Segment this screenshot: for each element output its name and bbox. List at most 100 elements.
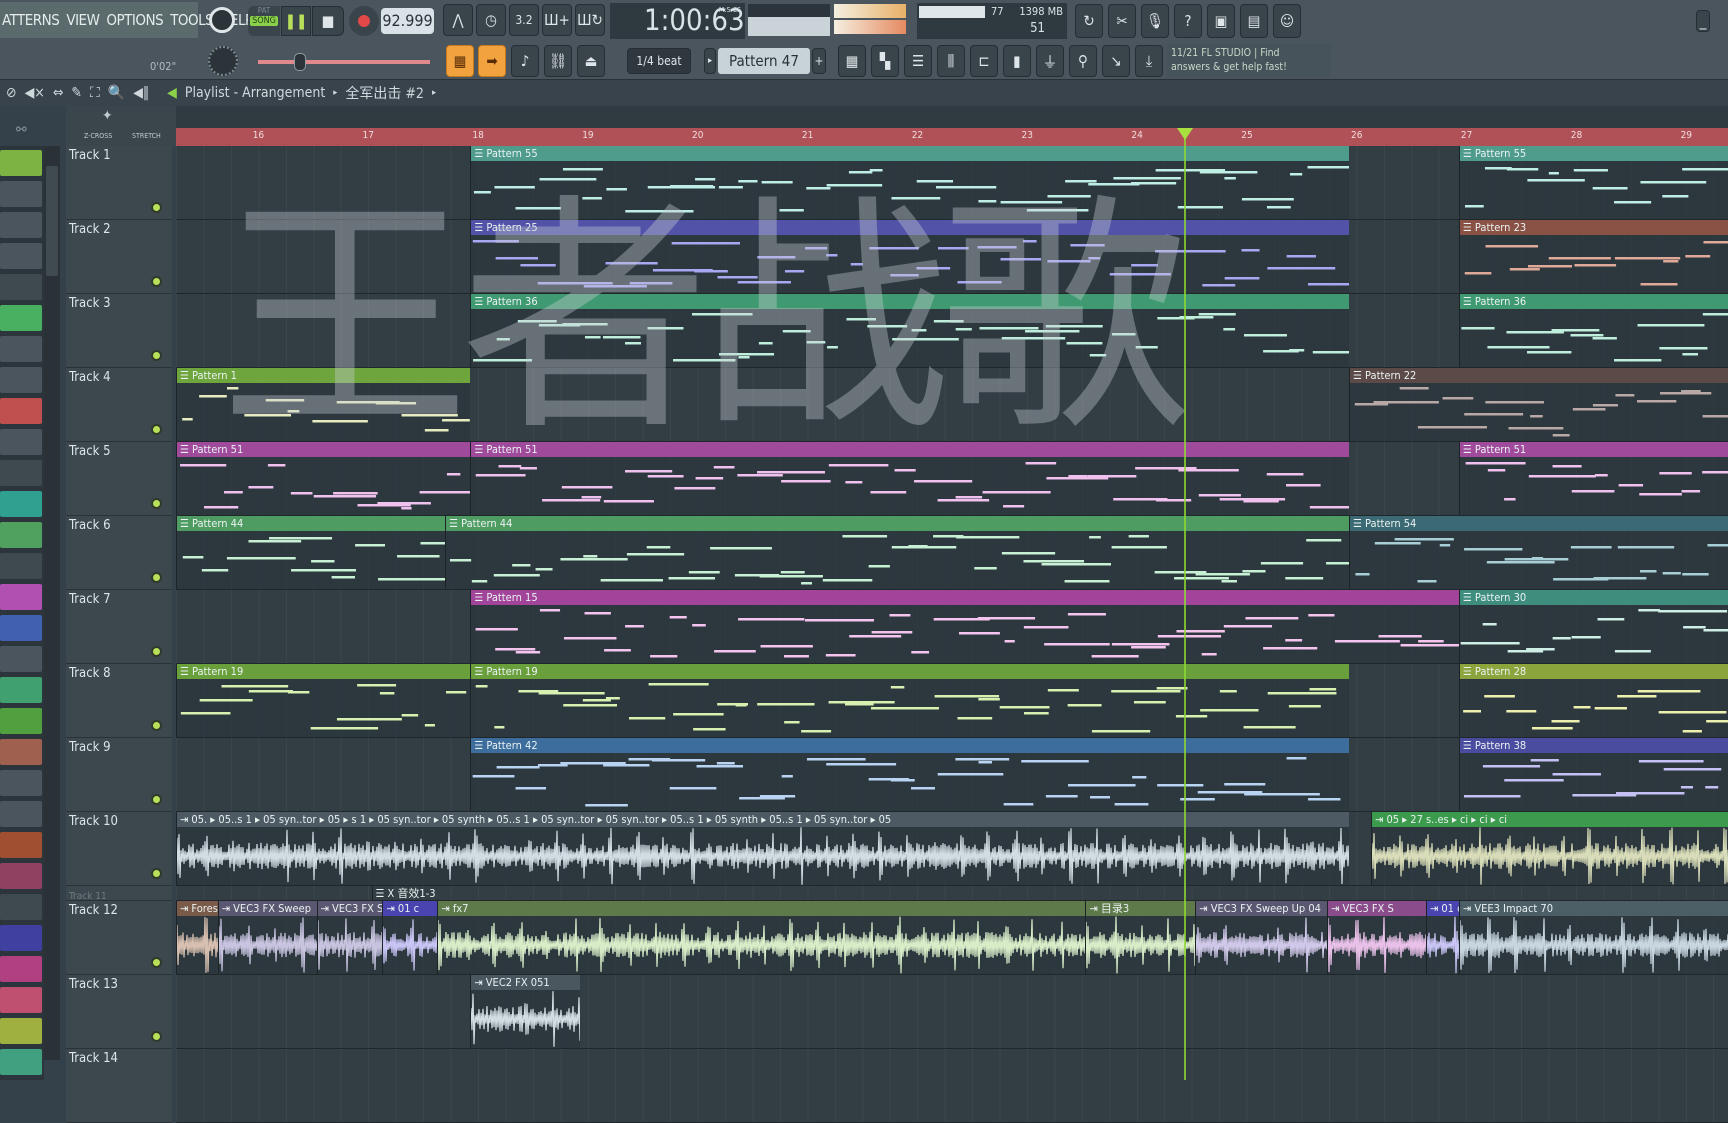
waveform-tool-icon[interactable]: ✦	[102, 108, 113, 124]
pattern-clip[interactable]: ☰ Pattern 23	[1458, 220, 1728, 293]
channel-button[interactable]	[0, 894, 42, 920]
slip-icon[interactable]: ⇔	[53, 85, 64, 101]
track-active-led[interactable]	[151, 350, 162, 361]
piano-roll-icon[interactable]: ▚	[871, 45, 899, 77]
track-active-led[interactable]	[151, 794, 162, 805]
pattern-clip[interactable]: ☰ Pattern 44	[176, 516, 446, 589]
track-header[interactable]: Track 11	[66, 886, 172, 902]
pattern-clip[interactable]: ☰ Pattern 28	[1458, 664, 1728, 737]
channel-button[interactable]	[0, 708, 42, 734]
track-active-led[interactable]	[151, 646, 162, 657]
pat-song-toggle[interactable]: PAT SONG	[248, 6, 280, 36]
audio-clip[interactable]: ⇥ Forest Wood	[176, 901, 218, 974]
tempo-tapper-icon[interactable]: ⚲	[1069, 45, 1097, 77]
mixer-icon[interactable]: ⫼	[937, 45, 965, 77]
menu-view[interactable]: VIEW	[66, 11, 100, 29]
breadcrumb-arrangement[interactable]: 全军出击 #2	[345, 83, 424, 103]
zcross-toggle[interactable]: Z-CROSS	[84, 132, 112, 140]
track-lane[interactable]: ☰ Pattern 1 ☰ Pattern 22	[176, 368, 1728, 442]
track-lane[interactable]: ☰ Pattern 42 ☰ Pattern 38	[176, 738, 1728, 812]
download-icon[interactable]: ⤓	[1135, 45, 1163, 77]
track-header[interactable]: Track 10	[66, 812, 172, 886]
channel-button[interactable]	[0, 460, 42, 486]
pattern-clip[interactable]: ☰ Pattern 19	[176, 664, 471, 737]
slide-icon[interactable]: ♪	[511, 45, 539, 77]
pattern-clip[interactable]: ☰ Pattern 22	[1349, 368, 1728, 441]
track-header[interactable]: Track 4	[66, 368, 172, 442]
pattern-prev-button[interactable]: ▸	[704, 48, 716, 74]
master-volume-knob[interactable]	[209, 7, 235, 33]
track-active-led[interactable]	[151, 957, 162, 968]
channel-button[interactable]	[0, 429, 42, 455]
audio-clip[interactable]: ⇥ 目录3	[1085, 901, 1196, 974]
wait-for-input-icon[interactable]: ◷	[476, 4, 506, 36]
playlist-overview-scrollbar[interactable]	[176, 106, 1728, 128]
channel-button[interactable]	[0, 987, 42, 1013]
channel-button[interactable]	[0, 243, 42, 269]
hint-panel[interactable]: 11/21 FL STUDIO | Find answers & get hel…	[1167, 44, 1331, 78]
menu-tools[interactable]: TOOLS	[170, 11, 214, 29]
track-header[interactable]: Track 6	[66, 516, 172, 590]
track-header[interactable]: Track 3	[66, 294, 172, 368]
channel-button[interactable]	[0, 305, 42, 331]
touch-keyboard-icon[interactable]: ↘	[1102, 45, 1130, 77]
link-tool-icon[interactable]: ⚯	[16, 122, 27, 138]
track-lane[interactable]: ☰ X 音效1-3	[176, 886, 1728, 901]
track-lane[interactable]: ☰ Pattern 25 ☰ Pattern 23	[176, 220, 1728, 294]
timeline-ruler[interactable]: 16 17 18 19 20 21 22 23 24 25 26 27 28 29	[176, 128, 1728, 146]
channel-button[interactable]	[0, 584, 42, 610]
channel-button[interactable]	[0, 925, 42, 951]
stretch-toggle[interactable]: STRETCH	[132, 132, 161, 140]
audio-clip[interactable]: ⇥ fx7	[437, 901, 1086, 974]
tempo-display[interactable]: 92.999	[381, 8, 434, 34]
pattern-clip[interactable]: ☰ Pattern 19	[470, 664, 1350, 737]
track-header[interactable]: Track 12	[66, 901, 172, 975]
channel-button[interactable]	[0, 522, 42, 548]
knob-icon[interactable]: ⏏	[577, 45, 605, 77]
channel-button[interactable]	[0, 181, 42, 207]
audio-clip[interactable]: ⇥ 05. ▸ 05..s 1 ▸ 05 syn..tor ▸ 05 ▸ s 1…	[176, 812, 1350, 885]
microphone-icon[interactable]: 🎙	[1141, 4, 1169, 38]
playhead[interactable]	[1184, 128, 1187, 1080]
track-active-led[interactable]	[151, 202, 162, 213]
track-active-led[interactable]	[151, 424, 162, 435]
plugin-icon[interactable]: ⏚	[1036, 45, 1064, 77]
minimize-icon[interactable]: _	[1696, 10, 1710, 32]
pattern-clip[interactable]: ☰ X 音效1-3	[371, 886, 482, 900]
track-active-led[interactable]	[151, 572, 162, 583]
pattern-clip[interactable]: ☰ Pattern 51	[1458, 442, 1728, 515]
audio-clip[interactable]: ⇥ VEE3 Impact 70	[1458, 901, 1728, 974]
loop-record-icon[interactable]: Ш↻	[575, 4, 605, 36]
channel-button[interactable]	[0, 150, 42, 176]
channel-button[interactable]	[0, 646, 42, 672]
audio-clip[interactable]: ⇥ 01 cryn	[1425, 901, 1459, 974]
pattern-clip[interactable]: ☰ Pattern 25	[470, 220, 1350, 293]
channel-button[interactable]	[0, 1049, 42, 1075]
breadcrumb-arrow[interactable]: ▸	[432, 88, 436, 98]
zoom-icon[interactable]: 🔍	[108, 85, 125, 101]
master-pitch-slider[interactable]	[258, 53, 430, 71]
step-edit-icon[interactable]: Ш+	[542, 4, 572, 36]
typing-keyboard-icon[interactable]: ▦	[446, 45, 474, 77]
chat-icon[interactable]: ☺	[1273, 4, 1301, 38]
channel-button[interactable]	[0, 336, 42, 362]
channel-button[interactable]	[0, 615, 42, 641]
audio-clip[interactable]: ⇥ VEC2 FX 051	[470, 975, 581, 1048]
vertical-scrollbar[interactable]	[44, 146, 60, 1060]
mute-icon[interactable]: ◀×	[25, 85, 45, 101]
track-lane[interactable]: ☰ Pattern 55 ☰ Pattern 55	[176, 146, 1728, 220]
pattern-clip[interactable]: ☰ Pattern 51	[176, 442, 471, 515]
metronome-icon[interactable]: ⋀	[443, 4, 473, 36]
audio-clip[interactable]: ⇥ VEC3 FX Sweep Up 04	[1195, 901, 1328, 974]
audio-clip[interactable]: ⇥ 01 c	[382, 901, 438, 974]
track-lane[interactable]	[176, 1049, 1728, 1123]
disable-icon[interactable]: ⊘	[6, 85, 17, 101]
pattern-clip[interactable]: ☰ Pattern 38	[1458, 738, 1728, 811]
track-active-led[interactable]	[151, 498, 162, 509]
track-lane[interactable]: ☰ Pattern 51 ☰ Pattern 51 ☰ Pattern 51	[176, 442, 1728, 516]
stop-button[interactable]: ■	[312, 6, 344, 36]
pattern-clip[interactable]: ☰ Pattern 55	[470, 146, 1350, 219]
track-active-led[interactable]	[151, 276, 162, 287]
pattern-clip[interactable]: ☰ Pattern 36	[470, 294, 1350, 367]
add-pattern-button[interactable]: +	[812, 48, 826, 74]
